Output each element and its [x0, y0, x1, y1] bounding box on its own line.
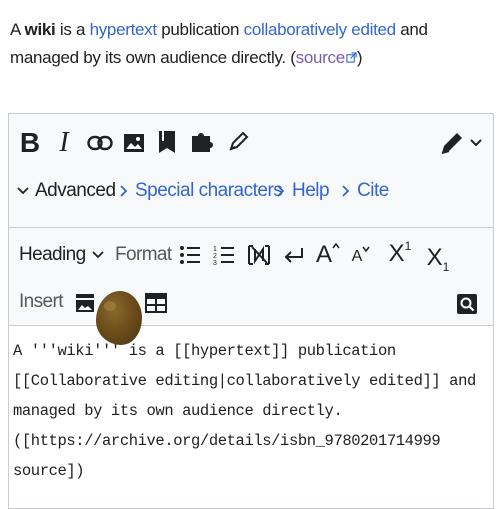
svg-text:2: 2: [213, 253, 217, 260]
big-a-glyph: A: [315, 241, 332, 268]
link-button[interactable]: [85, 130, 115, 156]
bulleted-list-icon: [180, 246, 200, 264]
gallery-button[interactable]: [73, 290, 97, 316]
tab-advanced[interactable]: Advanced: [17, 180, 116, 202]
link-icon: [87, 135, 113, 151]
textarea-line: source]): [13, 462, 85, 480]
tab-advanced-label: Advanced: [35, 180, 116, 201]
reference-button[interactable]: [155, 128, 179, 156]
chevron-down-icon: [470, 139, 482, 147]
source-link[interactable]: source: [296, 48, 357, 67]
big-text-button[interactable]: A: [315, 238, 341, 272]
collaboratively-edited-link[interactable]: collaboratively edited: [244, 20, 396, 39]
edit-mode-button[interactable]: [437, 128, 467, 158]
insert-label-text: Insert: [19, 291, 64, 312]
nowiki-button[interactable]: [245, 240, 273, 270]
chevron-right-icon: [120, 185, 128, 197]
signature-button[interactable]: [225, 128, 251, 156]
table-button[interactable]: [143, 290, 169, 316]
hypertext-link[interactable]: hypertext: [90, 20, 158, 39]
wikitext-editor: B I Advanced Special characters Help Cit…: [8, 113, 494, 509]
textarea-line: [[Collaborative editing|collaboratively …: [13, 372, 476, 390]
tab-cite[interactable]: Cite: [341, 180, 389, 202]
tab-special-characters-label: Special characters: [135, 180, 283, 201]
chevron-down-icon: [91, 251, 104, 259]
tab-help[interactable]: Help: [276, 180, 330, 202]
main-toolbar: B I Advanced Special characters Help Cit…: [9, 114, 493, 227]
caret-up-icon: [332, 242, 340, 249]
search-icon: [460, 297, 475, 312]
numbered-list-button[interactable]: 123: [211, 240, 237, 270]
table-icon: [145, 293, 167, 313]
caret-down-icon: [362, 246, 370, 253]
intro-text: is a: [55, 20, 90, 39]
pencil-edit-icon: [441, 133, 462, 154]
format-label-text: Format: [115, 244, 172, 265]
subscript-base: X: [426, 244, 443, 271]
svg-text:1: 1: [213, 246, 217, 253]
numbered-list-icon: 123: [213, 246, 234, 266]
pencil-icon: [229, 131, 249, 151]
superscript-base: X: [388, 240, 405, 267]
textarea-line: A '''wiki''' is a [[hypertext]] publicat…: [13, 342, 396, 360]
search-replace-button[interactable]: [457, 294, 477, 314]
puzzle-icon: [192, 133, 213, 152]
chevron-right-icon: [342, 185, 350, 197]
edit-mode-dropdown[interactable]: [467, 134, 485, 152]
newline-icon: [284, 248, 303, 263]
tab-special-characters[interactable]: Special characters: [119, 180, 283, 202]
superscript-button[interactable]: X1: [385, 236, 415, 272]
svg-text:3: 3: [213, 260, 217, 266]
chevron-right-icon: [277, 185, 285, 197]
intro-text: ): [356, 48, 363, 67]
image-button[interactable]: [121, 130, 147, 156]
intro-text: A: [10, 20, 25, 39]
bookmark-icon: [159, 131, 175, 153]
newline-button[interactable]: [281, 240, 307, 270]
superscript-exp: 1: [404, 239, 412, 253]
gallery-icon: [76, 294, 94, 312]
insert-label: Insert: [19, 284, 64, 320]
small-a-glyph: A: [351, 248, 363, 265]
template-button[interactable]: [189, 128, 217, 156]
tab-cite-label: Cite: [357, 180, 389, 201]
italic-button[interactable]: I: [54, 124, 74, 162]
chevron-down-icon: [17, 187, 29, 195]
format-label: Format: [115, 236, 172, 274]
bulleted-list-button[interactable]: [177, 240, 203, 270]
intro-bold-wiki: wiki: [24, 20, 56, 39]
heading-dropdown[interactable]: Heading: [19, 236, 104, 274]
advanced-toolbar: Heading Format 123 A A X1 X1 Insert: [9, 227, 493, 326]
heading-dropdown-label: Heading: [19, 244, 86, 265]
intro-paragraph: A wiki is a hypertext publication collab…: [10, 16, 498, 72]
subscript-sub: 1: [442, 260, 450, 274]
textarea-line: ([https://archive.org/details/isbn_97802…: [13, 432, 441, 450]
external-link-icon: [346, 52, 357, 63]
image-icon: [124, 134, 144, 152]
small-text-button[interactable]: A: [349, 242, 373, 272]
tab-help-label: Help: [292, 180, 330, 201]
subscript-button[interactable]: X1: [423, 240, 453, 276]
brown-blob-overlay: [96, 291, 142, 345]
textarea-line: managed by its own audience directly.: [13, 402, 343, 420]
source-link-label: source: [295, 48, 346, 67]
intro-text: publication: [156, 20, 244, 39]
wikitext-textarea[interactable]: A '''wiki''' is a [[hypertext]] publicat…: [9, 325, 493, 508]
nowiki-icon: [248, 245, 270, 265]
bold-button[interactable]: B: [17, 124, 43, 162]
